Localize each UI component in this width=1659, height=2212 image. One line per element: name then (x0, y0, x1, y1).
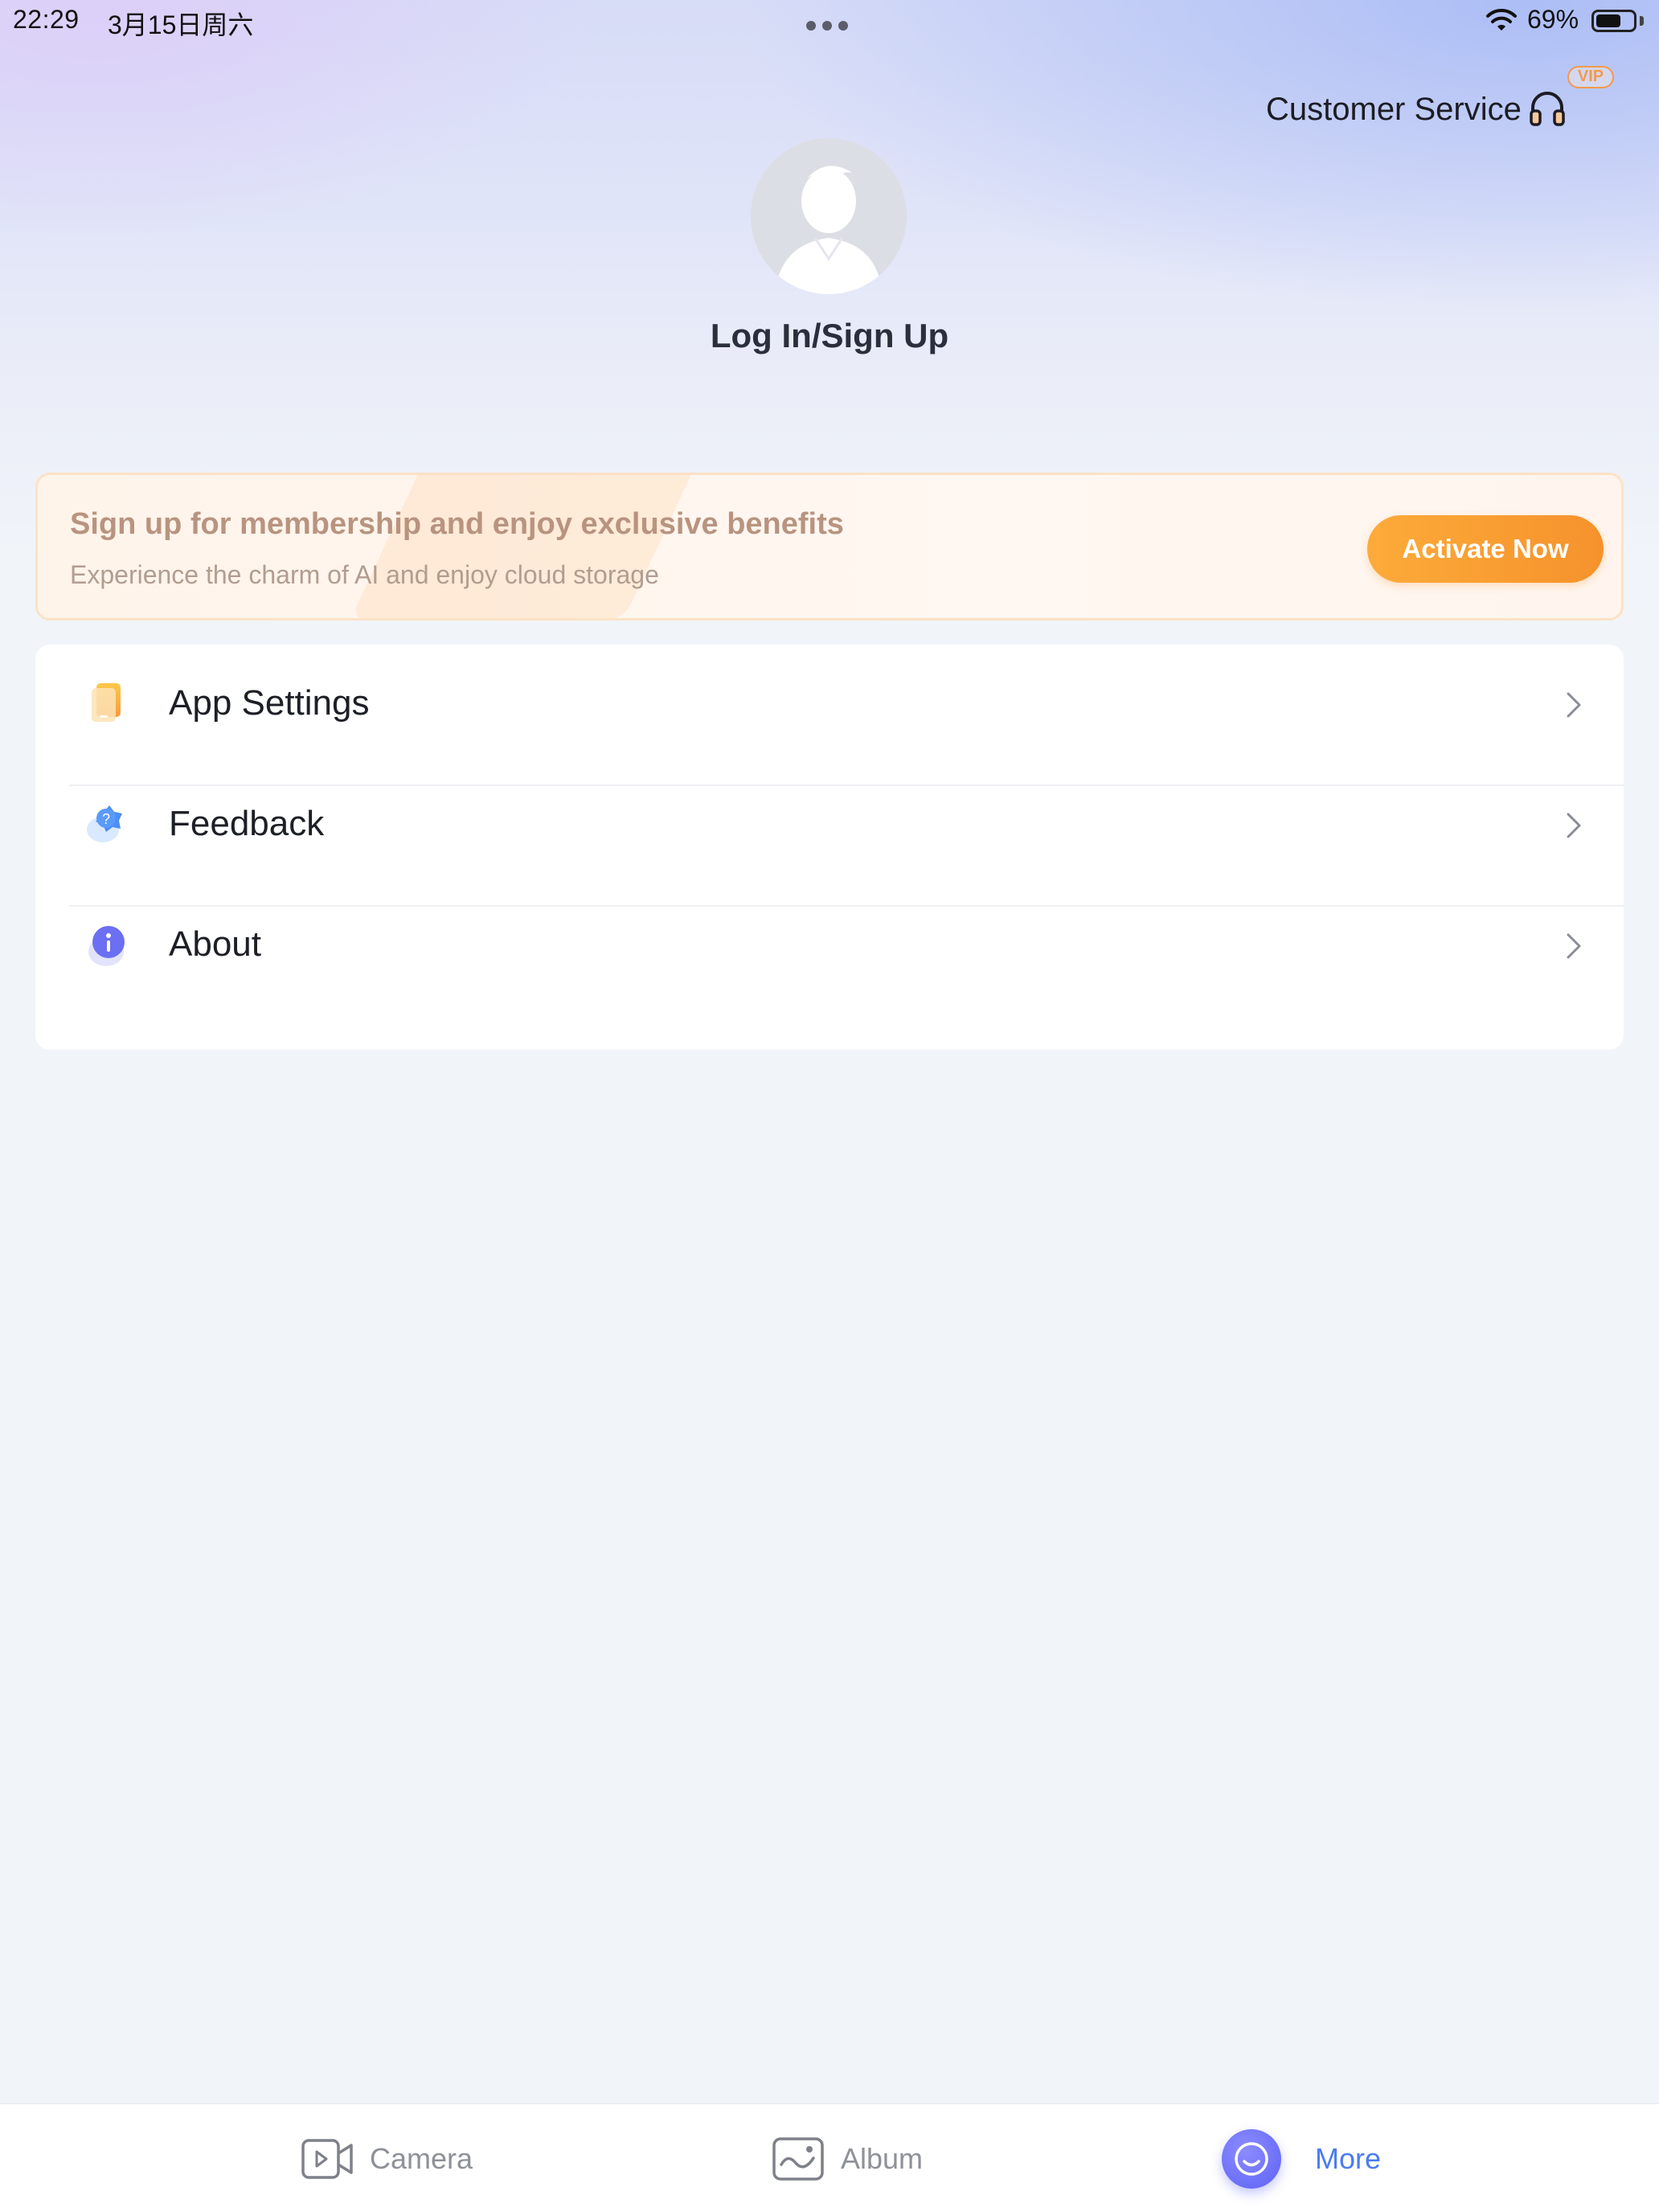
battery-percent: 69% (1527, 5, 1579, 34)
tab-label: More (1315, 2142, 1382, 2175)
banner-title: Sign up for membership and enjoy exclusi… (70, 507, 844, 541)
tab-camera[interactable]: Camera (301, 2104, 473, 2212)
customer-service-button[interactable]: Customer Service (1266, 87, 1568, 132)
feedback-question-icon: ? (87, 805, 122, 842)
menu-item-app-settings[interactable]: App Settings (35, 645, 1624, 765)
svg-text:?: ? (102, 811, 110, 827)
menu-item-label: App Settings (169, 683, 370, 723)
menu-item-label: About (169, 924, 261, 964)
album-icon (772, 2137, 824, 2181)
chevron-right-icon (1567, 813, 1581, 838)
bottom-tab-bar: Camera Album More (0, 2103, 1659, 2212)
status-time: 22:29 (13, 5, 80, 34)
chevron-right-icon (1567, 692, 1581, 718)
chevron-right-icon (1567, 933, 1581, 959)
activate-now-button[interactable]: Activate Now (1367, 515, 1604, 583)
customer-service-label: Customer Service (1266, 91, 1522, 127)
menu-item-feedback[interactable]: ? Feedback (35, 765, 1624, 886)
settings-menu-card: App Settings ? Feedback About (35, 645, 1624, 1050)
camera-icon (301, 2139, 353, 2179)
tab-more[interactable]: More (1222, 2104, 1381, 2212)
banner-subtitle: Experience the charm of AI and enjoy clo… (70, 560, 659, 589)
login-signup-link[interactable]: Log In/Sign Up (563, 317, 1096, 355)
avatar[interactable] (751, 138, 907, 294)
tab-label: Album (841, 2142, 924, 2175)
more-screen: 22:29 3月15日周六 69% Customer Service VIP L… (0, 0, 1659, 2212)
wifi-icon (1486, 8, 1517, 31)
user-silhouette-icon (751, 138, 907, 294)
settings-phone-icon (92, 683, 121, 722)
battery-cap (1640, 16, 1644, 26)
menu-item-label: Feedback (169, 804, 325, 843)
multitasking-dots-icon[interactable] (806, 21, 848, 31)
battery-icon (1591, 10, 1636, 32)
more-face-icon (1222, 2129, 1281, 2189)
menu-item-about[interactable]: About (35, 886, 1624, 1006)
tab-album[interactable]: Album (772, 2104, 923, 2212)
vip-badge: VIP (1567, 66, 1614, 88)
banner-decoration (350, 475, 707, 618)
tab-label: Camera (370, 2142, 473, 2175)
status-date: 3月15日周六 (108, 10, 254, 39)
membership-banner[interactable]: Sign up for membership and enjoy exclusi… (35, 473, 1624, 621)
info-icon (88, 926, 125, 966)
battery-level-fill (1596, 14, 1620, 27)
status-bar: 22:29 3月15日周六 69% (0, 0, 1659, 45)
headphones-icon (1530, 92, 1565, 126)
